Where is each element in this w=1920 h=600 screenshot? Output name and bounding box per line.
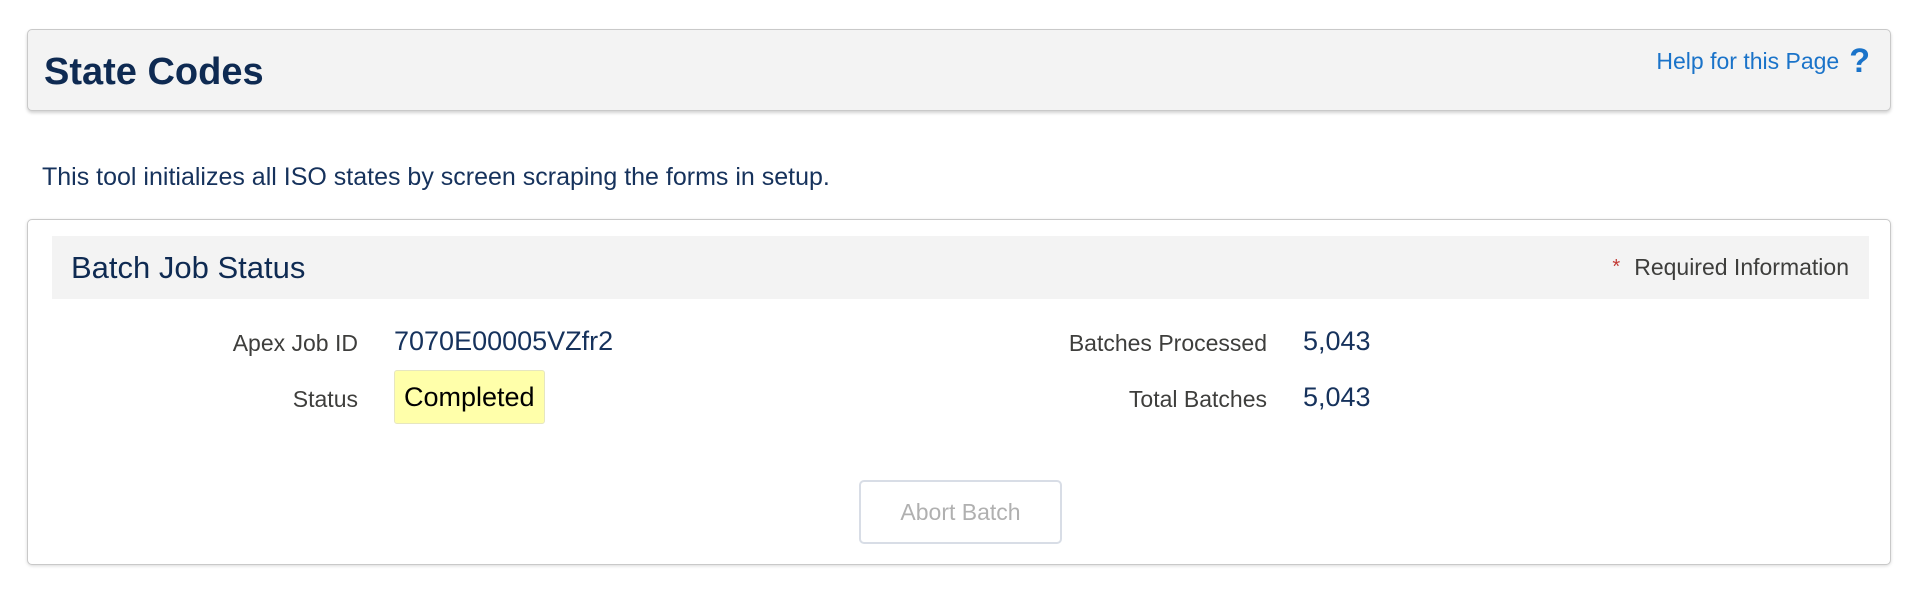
- page: State Codes Help for this Page ? This to…: [0, 0, 1920, 600]
- status-badge: Completed: [394, 370, 545, 425]
- section-header: Batch Job Status * Required Information: [52, 236, 1869, 299]
- batch-job-status-section: Batch Job Status * Required Information …: [27, 219, 1891, 565]
- required-information-label: Required Information: [1634, 254, 1849, 280]
- status-label: Status: [292, 386, 358, 412]
- abort-batch-button[interactable]: Abort Batch: [859, 480, 1062, 544]
- required-information-legend: * Required Information: [1612, 254, 1849, 281]
- help-link[interactable]: Help for this Page ?: [1656, 44, 1870, 78]
- page-title: State Codes: [44, 51, 264, 93]
- apex-job-id-label: Apex Job ID: [232, 330, 358, 356]
- section-title: Batch Job Status: [71, 250, 306, 285]
- page-description: This tool initializes all ISO states by …: [42, 163, 830, 191]
- help-question-icon: ?: [1849, 42, 1870, 80]
- apex-job-id-value: 7070E00005VZfr2: [394, 326, 614, 356]
- page-header: State Codes Help for this Page ?: [27, 29, 1891, 111]
- batches-processed-label: Batches Processed: [1068, 330, 1267, 356]
- required-asterisk-icon: *: [1612, 256, 1621, 278]
- help-link-label: Help for this Page: [1656, 47, 1840, 74]
- total-batches-label: Total Batches: [1128, 386, 1267, 412]
- total-batches-value: 5,043: [1303, 382, 1371, 412]
- batches-processed-value: 5,043: [1303, 326, 1371, 356]
